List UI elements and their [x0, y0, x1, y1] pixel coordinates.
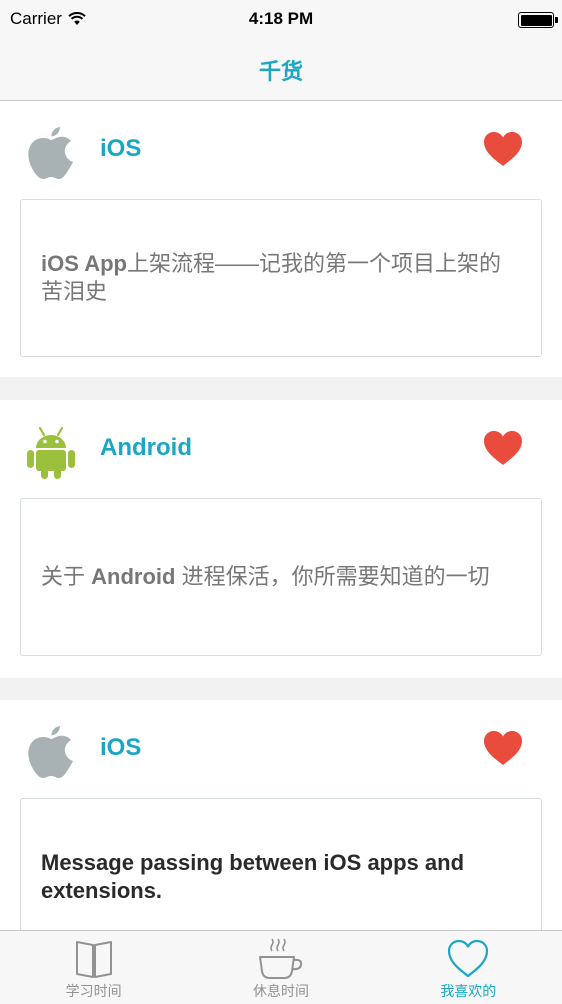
navigation-bar: 千货 — [0, 40, 562, 101]
coffee-cup-icon — [258, 938, 303, 979]
favorite-heart-icon[interactable] — [483, 730, 523, 766]
status-bar: Carrier 4:18 PM — [0, 0, 562, 40]
article-title-keyword: Android — [91, 564, 176, 589]
card-header: Android — [0, 400, 562, 498]
battery-icon — [518, 12, 558, 28]
card-header: iOS — [0, 700, 562, 798]
android-icon — [27, 426, 75, 479]
platform-name: iOS — [100, 135, 142, 162]
platform-name: iOS — [100, 734, 142, 761]
tab-label: 学习时间 — [65, 983, 122, 999]
article-title-prefix: 关于 — [41, 564, 92, 589]
favorite-heart-icon[interactable] — [483, 131, 523, 167]
article-card[interactable]: Android 关于 Android 进程保活，你所需要知道的一切 — [0, 400, 562, 678]
tab-favorites[interactable]: 我喜欢的 — [375, 931, 562, 1004]
tab-label: 我喜欢的 — [440, 983, 497, 999]
apple-icon — [28, 127, 73, 179]
tab-study-time[interactable]: 学习时间 — [0, 931, 187, 1004]
article-card[interactable]: iOS iOS App上架流程——记我的第一个项目上架的苦泪史 — [0, 101, 562, 377]
article-title-box[interactable]: 关于 Android 进程保活，你所需要知道的一切 — [20, 498, 542, 656]
platform-name: Android — [100, 434, 192, 461]
article-title: iOS App上架流程——记我的第一个项目上架的苦泪史 — [41, 250, 521, 306]
article-title: 关于 Android 进程保活，你所需要知道的一切 — [41, 563, 490, 591]
status-time: 4:18 PM — [248, 9, 314, 28]
article-title-keyword: iOS App — [41, 251, 127, 276]
article-title-text: 进程保活，你所需要知道的一切 — [175, 564, 490, 589]
heart-outline-icon — [448, 939, 489, 978]
article-card[interactable]: iOS Message passing between iOS apps and… — [0, 700, 562, 930]
tab-label: 休息时间 — [252, 983, 309, 999]
favorites-feed[interactable]: iOS iOS App上架流程——记我的第一个项目上架的苦泪史 Android … — [0, 101, 562, 930]
article-title-box[interactable]: iOS App上架流程——记我的第一个项目上架的苦泪史 — [20, 199, 542, 357]
apple-icon — [28, 726, 73, 778]
favorite-heart-icon[interactable] — [483, 430, 523, 466]
tab-break-time[interactable]: 休息时间 — [187, 931, 374, 1004]
card-header: iOS — [0, 101, 562, 199]
article-title-box[interactable]: Message passing between iOS apps and ext… — [20, 798, 542, 930]
article-title: Message passing between iOS apps and ext… — [41, 850, 465, 903]
tab-bar: 学习时间 休息时间 我喜欢的 — [0, 930, 562, 1004]
page-title: 千货 — [258, 59, 303, 84]
book-icon — [75, 941, 112, 978]
